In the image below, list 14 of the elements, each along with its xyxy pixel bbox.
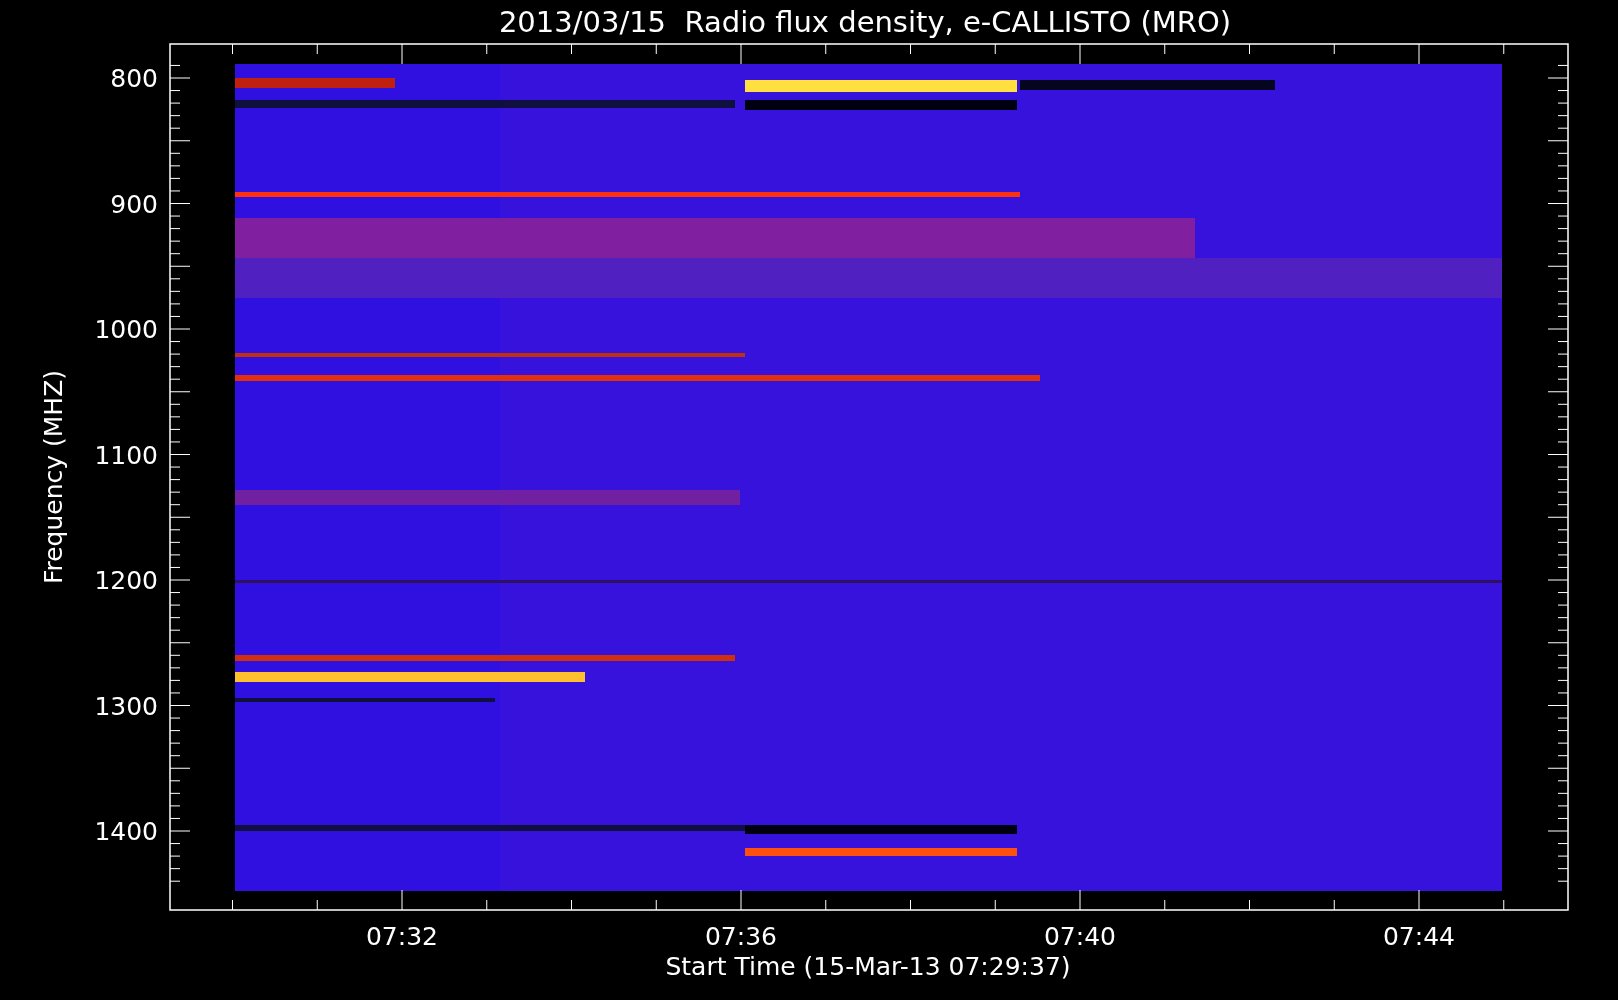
x-tick-label: 07:40 — [1044, 922, 1116, 951]
x-axis-label: Start Time (15-Mar-13 07:29:37) — [665, 952, 1071, 981]
y-tick-label: 800 — [110, 64, 158, 93]
y-axis-label: Frequency (MHZ) — [39, 369, 68, 585]
chart-title: 2013/03/15 Radio flux density, e-CALLISTO (MRO) — [498, 5, 1232, 39]
y-tick-label: 1300 — [94, 691, 158, 721]
x-tick-label: 07:36 — [705, 922, 777, 951]
y-tick-label: 900 — [110, 189, 158, 219]
x-tick-label: 07:44 — [1383, 922, 1455, 951]
y-tick-label: 1400 — [94, 817, 158, 846]
x-tick-label: 07:32 — [366, 922, 438, 951]
y-tick-label: 1200 — [94, 566, 158, 595]
y-tick-label: 1100 — [94, 440, 158, 470]
y-tick-label: 1000 — [94, 315, 158, 344]
